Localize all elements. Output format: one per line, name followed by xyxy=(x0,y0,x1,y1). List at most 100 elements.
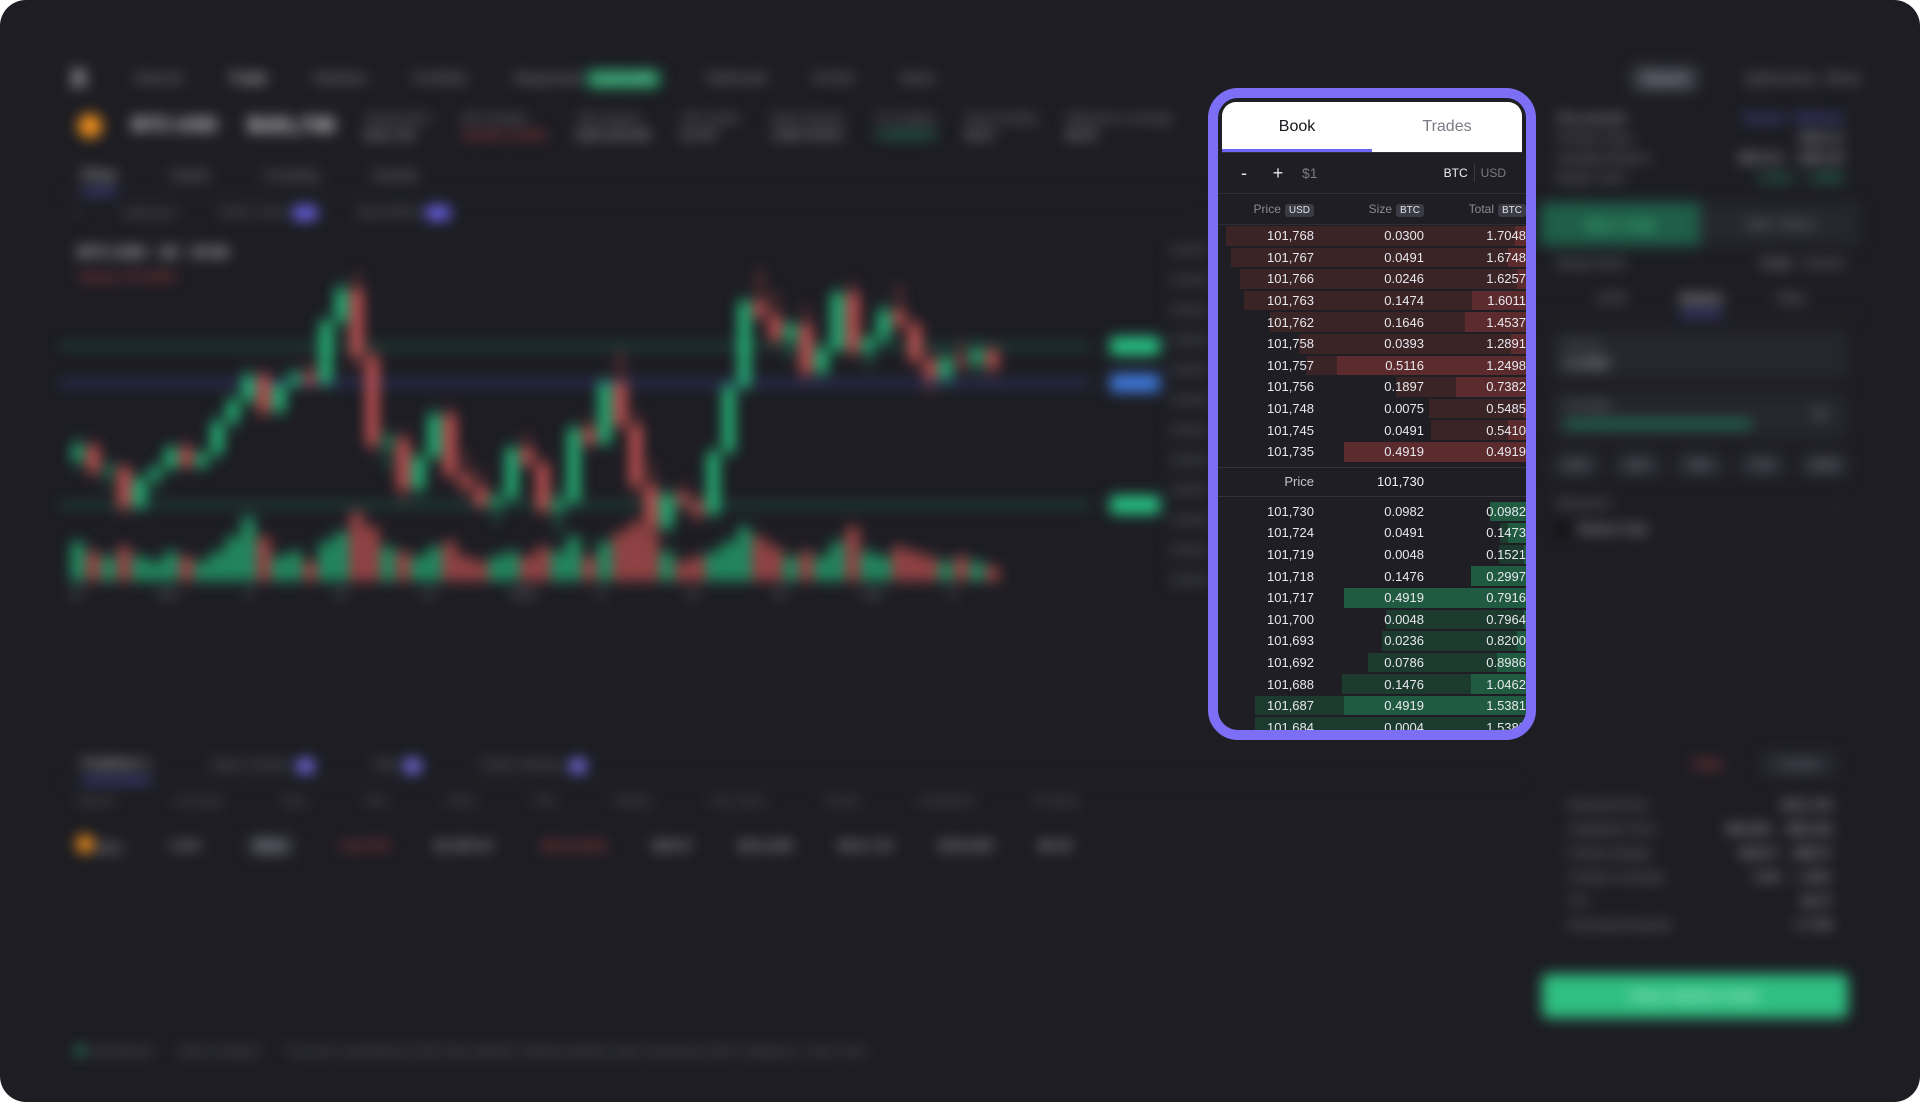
ask-row[interactable]: 101,735 0.4919 0.4919 xyxy=(1218,441,1526,463)
volume-bar xyxy=(490,556,503,581)
candle-body xyxy=(196,453,208,466)
market-selector[interactable]: BTC-USD xyxy=(132,115,218,137)
ask-row[interactable]: 101,745 0.0491 0.5410 xyxy=(1218,419,1526,441)
bid-size: 0.0982 xyxy=(1384,503,1424,519)
accept-button[interactable]: Accept xyxy=(1762,752,1836,776)
tab-market[interactable]: Market xyxy=(1679,290,1723,315)
nav-item-intercel[interactable]: Intercel xyxy=(133,70,182,87)
leverage-slider[interactable]: Leverage 5× xyxy=(1552,393,1848,439)
ask-row[interactable]: 101,757 0.5116 1.2498 xyxy=(1218,355,1526,377)
ask-row[interactable]: 101,767 0.0491 1.6748 xyxy=(1218,247,1526,269)
currency-usd[interactable]: USD xyxy=(1475,166,1512,180)
ask-row[interactable]: 101,763 0.1474 1.6011 xyxy=(1218,290,1526,312)
chip-10[interactable]: 10% xyxy=(1552,453,1600,477)
account-withdraw-link[interactable]: Withdraw xyxy=(1794,111,1844,125)
bid-row[interactable]: 101,718 0.1476 0.2997 xyxy=(1218,565,1526,587)
candle-body xyxy=(72,446,84,459)
order-lines-toggle[interactable]: Order Lines xyxy=(218,204,318,220)
increase-tick-button[interactable]: + xyxy=(1266,163,1290,184)
axis-tick xyxy=(1170,246,1208,254)
place-market-order-button[interactable]: Place Market Order xyxy=(1542,974,1848,1018)
tab-open-orders[interactable]: Open Orders 2 xyxy=(211,756,314,773)
account-address[interactable]: dydx1amq...f0mq xyxy=(1745,70,1860,87)
isolated-option[interactable]: Isolated xyxy=(1802,256,1844,270)
row-label: Margin Used xyxy=(1556,171,1625,185)
bid-row[interactable]: 101,724 0.0491 0.1473 xyxy=(1218,522,1526,544)
plus-icon[interactable]: + xyxy=(74,205,82,220)
tab-stop[interactable]: Stop xyxy=(1776,289,1805,305)
price-chart[interactable]: 22 Dec 9 16 23 2025 6 13 20 Feb 8 xyxy=(60,236,1210,736)
sell-short-tab[interactable]: Sell / Short xyxy=(1700,202,1860,246)
nav-item-more[interactable]: More xyxy=(901,70,935,87)
currency-btc[interactable]: BTC xyxy=(1438,166,1474,180)
tab-price[interactable]: Price xyxy=(82,167,117,193)
nav-item-markets[interactable]: Markets xyxy=(313,70,366,87)
nav-deposit-button[interactable]: Deposit xyxy=(1630,64,1699,92)
tab-order-history[interactable]: Order History 5 xyxy=(481,756,586,773)
tab-positions[interactable]: Positions 1 xyxy=(82,755,151,782)
bid-row[interactable]: 101,693 0.0236 0.8200 xyxy=(1218,630,1526,652)
candle-body xyxy=(180,448,192,466)
clear-button[interactable]: Clear xyxy=(1692,756,1723,771)
summary-value: 2.7748 xyxy=(1795,918,1832,932)
bid-row[interactable]: 101,692 0.0786 0.8986 xyxy=(1218,652,1526,674)
nav-item-portfolio[interactable]: Portfolio xyxy=(413,70,468,87)
bid-row[interactable]: 101,687 0.4919 1.5381 xyxy=(1218,695,1526,717)
order-summary: Expected Price $101,794 Liquidation Price… xyxy=(1552,793,1848,959)
cross-option[interactable]: Cross xyxy=(1761,256,1792,270)
side-tabs: Buy / Long Sell / Short xyxy=(1540,202,1860,246)
ask-total: 1.6011 xyxy=(1487,293,1526,309)
tab-book[interactable]: Book xyxy=(1222,102,1372,152)
tab-details[interactable]: Details xyxy=(372,167,418,184)
volume-bar xyxy=(676,561,689,581)
megavault-label: Megavault xyxy=(513,69,583,87)
volume-bar xyxy=(335,532,348,581)
account-deposit-link[interactable]: Deposit xyxy=(1743,111,1784,125)
nav-item-dydx[interactable]: DYDX xyxy=(813,70,855,87)
buy-long-tab[interactable]: Buy / Long xyxy=(1540,202,1700,246)
nav-item-megavault[interactable]: Megavault 32.6% APR xyxy=(513,69,661,88)
ask-row[interactable]: 101,758 0.0393 1.2891 xyxy=(1218,333,1526,355)
nav-item-referrals[interactable]: Referrals xyxy=(706,70,767,87)
bid-row[interactable]: 101,719 0.0048 0.1521 xyxy=(1218,544,1526,566)
indicators-button[interactable]: Indicators xyxy=(122,205,178,220)
candle-body xyxy=(924,360,936,378)
status-indicator[interactable]: Operational xyxy=(76,1044,152,1058)
amount-input[interactable]: Amount 0.0482 xyxy=(1552,331,1848,379)
chip-25[interactable]: 25% xyxy=(1614,453,1662,477)
tab-limit[interactable]: Limit xyxy=(1596,289,1626,305)
table-row[interactable]: BTC 2.00× Short -0.01 PN $1,995.02 -$0.2… xyxy=(76,832,1516,858)
volume-bar xyxy=(552,551,565,581)
order-line-tag-0 xyxy=(1110,337,1160,355)
tab-funding[interactable]: Funding xyxy=(264,167,318,184)
chip-50[interactable]: 50% xyxy=(1676,453,1724,477)
tab-depth[interactable]: Depth xyxy=(170,167,210,184)
bid-row[interactable]: 101,684 0.0004 1.5385 xyxy=(1218,716,1526,730)
chip-75[interactable]: 75% xyxy=(1738,453,1786,477)
chip-100[interactable]: 100% xyxy=(1800,453,1848,477)
ask-size: 0.5116 xyxy=(1385,357,1424,373)
col-value: Value xyxy=(446,794,476,808)
footer: Operational Help & Support This site is … xyxy=(76,1044,866,1058)
buys-sells-toggle[interactable]: Buys/Sells xyxy=(358,204,451,220)
reduce-only-checkbox[interactable]: Reduce Only xyxy=(1540,519,1860,539)
ask-row[interactable]: 101,766 0.0246 1.6257 xyxy=(1218,268,1526,290)
advanced-toggle[interactable]: Advanced ⌄ xyxy=(1540,493,1860,513)
ask-row[interactable]: 101,756 0.1897 0.7382 xyxy=(1218,376,1526,398)
bid-row[interactable]: 101,717 0.4919 0.7916 xyxy=(1218,587,1526,609)
tab-trades[interactable]: Trades xyxy=(1372,102,1522,152)
bid-row[interactable]: 101,700 0.0048 0.7964 xyxy=(1218,609,1526,631)
ask-row[interactable]: 101,748 0.0075 0.5485 xyxy=(1218,398,1526,420)
tick-size: $1 xyxy=(1302,165,1318,181)
tab-fills[interactable]: Fills 3 xyxy=(374,756,421,773)
help-link[interactable]: Help & Support xyxy=(178,1044,259,1058)
bid-row[interactable]: 101,688 0.1476 1.0462 xyxy=(1218,673,1526,695)
ask-row[interactable]: 101,762 0.1646 1.4537 xyxy=(1218,311,1526,333)
ask-row[interactable]: 101,768 0.0300 1.7048 xyxy=(1218,225,1526,247)
volume-bar xyxy=(707,551,720,581)
bid-row[interactable]: 101,730 0.0982 0.0982 xyxy=(1218,501,1526,523)
summary-value: $101,794 xyxy=(1781,798,1832,812)
x-tick-label: 9 xyxy=(246,587,253,601)
decrease-tick-button[interactable]: - xyxy=(1232,163,1256,184)
nav-item-trade[interactable]: Trade xyxy=(229,70,268,87)
